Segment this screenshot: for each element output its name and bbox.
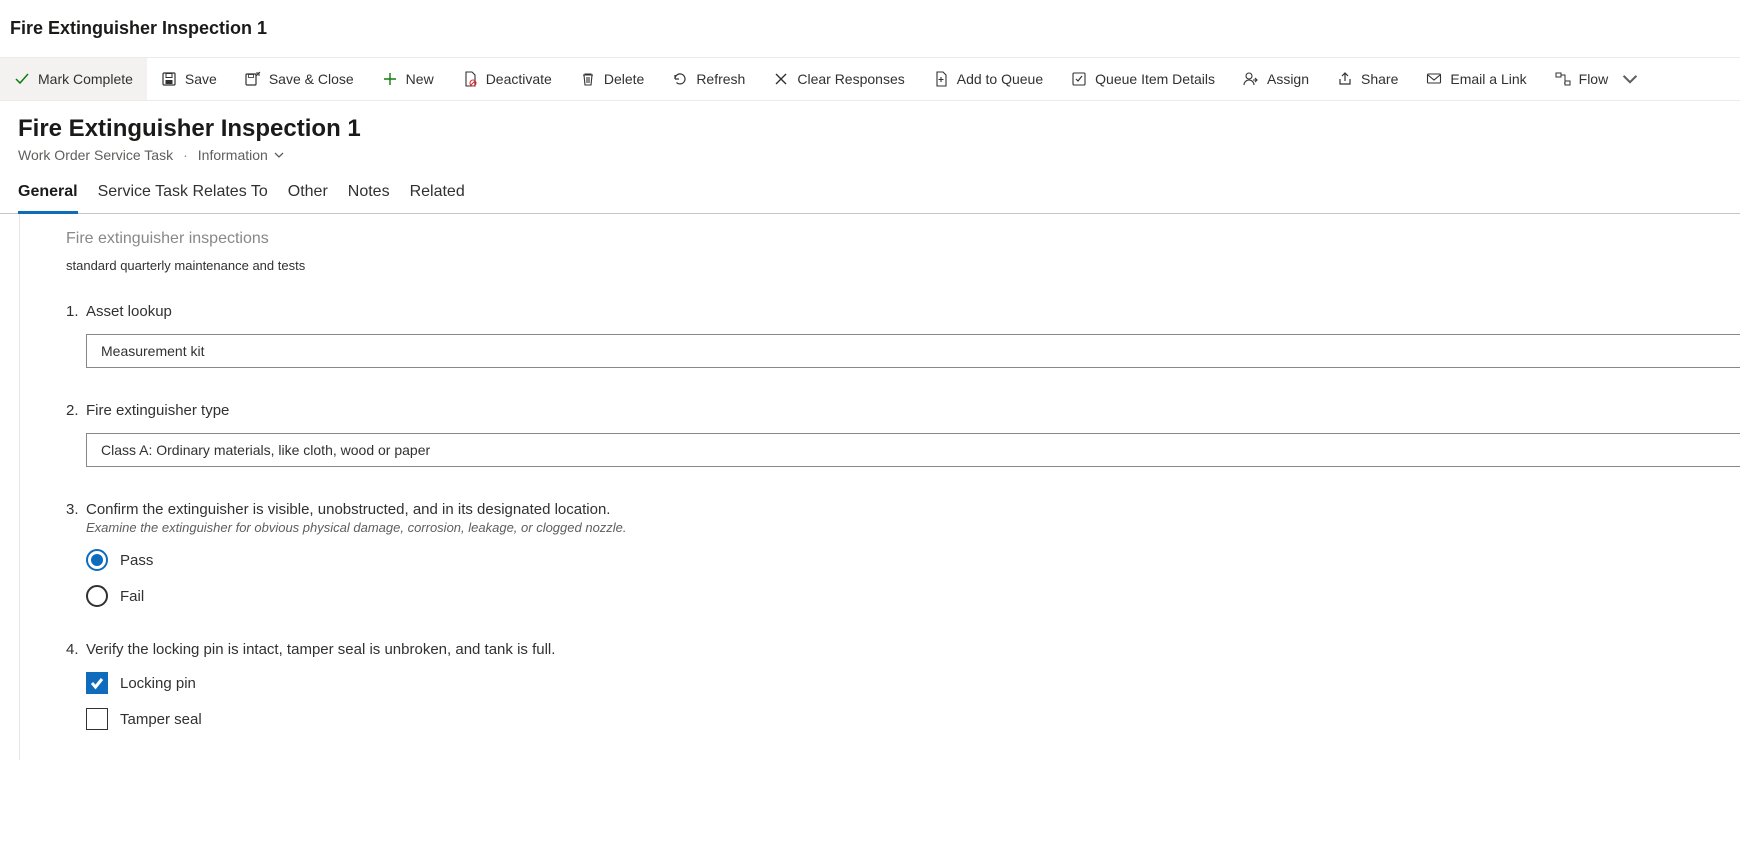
new-button[interactable]: New	[368, 58, 448, 100]
tab-related[interactable]: Related	[410, 183, 465, 214]
question-label: Fire extinguisher type	[86, 402, 229, 419]
share-button[interactable]: Share	[1323, 58, 1412, 100]
mark-complete-button[interactable]: Mark Complete	[0, 58, 147, 100]
question-number: 3.	[66, 501, 86, 535]
checkbox-label: Locking pin	[120, 675, 196, 692]
deactivate-label: Deactivate	[486, 71, 552, 87]
save-close-button[interactable]: Save & Close	[231, 58, 368, 100]
question-1: 1. Asset lookup	[66, 303, 1740, 368]
checkbox-icon	[86, 672, 108, 694]
tab-notes[interactable]: Notes	[348, 183, 390, 214]
delete-button[interactable]: Delete	[566, 58, 658, 100]
question-3: 3. Confirm the extinguisher is visible, …	[66, 501, 1740, 607]
queue-details-icon	[1071, 71, 1087, 87]
page-top-title: Fire Extinguisher Inspection 1	[0, 0, 1740, 57]
radio-label: Pass	[120, 552, 153, 569]
queue-item-details-label: Queue Item Details	[1095, 71, 1215, 87]
fire-extinguisher-type-input[interactable]	[86, 433, 1740, 467]
question-number: 2.	[66, 402, 86, 419]
command-bar: Mark Complete Save Save & Close New Deac…	[0, 57, 1740, 101]
mark-complete-label: Mark Complete	[38, 71, 133, 87]
email-icon	[1426, 71, 1442, 87]
trash-icon	[580, 71, 596, 87]
new-label: New	[406, 71, 434, 87]
tab-list: General Service Task Relates To Other No…	[0, 163, 1740, 214]
add-to-queue-label: Add to Queue	[957, 71, 1043, 87]
checkbox-option-locking-pin[interactable]: Locking pin	[86, 672, 1740, 694]
separator-dot	[179, 147, 192, 163]
flow-label: Flow	[1579, 71, 1609, 87]
radio-icon	[86, 585, 108, 607]
flow-icon	[1555, 71, 1571, 87]
question-label: Asset lookup	[86, 303, 172, 320]
chevron-down-icon	[274, 147, 284, 163]
clear-icon	[773, 71, 789, 87]
tab-service-task-relates-to[interactable]: Service Task Relates To	[98, 183, 268, 214]
share-label: Share	[1361, 71, 1398, 87]
question-number: 1.	[66, 303, 86, 320]
add-to-queue-button[interactable]: Add to Queue	[919, 58, 1057, 100]
question-2: 2. Fire extinguisher type	[66, 402, 1740, 467]
email-link-label: Email a Link	[1450, 71, 1526, 87]
record-subtitle: Work Order Service Task Information	[18, 147, 1722, 163]
question-sublabel: Examine the extinguisher for obvious phy…	[86, 520, 627, 535]
save-close-icon	[245, 71, 261, 87]
plus-icon	[382, 71, 398, 87]
radio-label: Fail	[120, 588, 144, 605]
delete-label: Delete	[604, 71, 644, 87]
deactivate-icon	[462, 71, 478, 87]
radio-option-fail[interactable]: Fail	[86, 585, 1740, 607]
assign-icon	[1243, 71, 1259, 87]
tab-other[interactable]: Other	[288, 183, 328, 214]
check-icon	[14, 71, 30, 87]
email-link-button[interactable]: Email a Link	[1412, 58, 1540, 100]
question-number: 4.	[66, 641, 86, 658]
share-icon	[1337, 71, 1353, 87]
tab-general[interactable]: General	[18, 183, 78, 214]
form-content: Fire extinguisher inspections standard q…	[20, 214, 1740, 760]
clear-responses-label: Clear Responses	[797, 71, 904, 87]
record-title: Fire Extinguisher Inspection 1	[18, 115, 1722, 143]
radio-option-pass[interactable]: Pass	[86, 549, 1740, 571]
save-label: Save	[185, 71, 217, 87]
refresh-icon	[672, 71, 688, 87]
flow-button[interactable]: Flow	[1541, 58, 1653, 100]
clear-responses-button[interactable]: Clear Responses	[759, 58, 918, 100]
question-4: 4. Verify the locking pin is intact, tam…	[66, 641, 1740, 730]
section-heading: Fire extinguisher inspections	[66, 230, 1740, 248]
checkbox-option-tamper-seal[interactable]: Tamper seal	[86, 708, 1740, 730]
queue-item-details-button[interactable]: Queue Item Details	[1057, 58, 1229, 100]
checkbox-icon	[86, 708, 108, 730]
checkbox-label: Tamper seal	[120, 711, 202, 728]
question-label: Verify the locking pin is intact, tamper…	[86, 641, 555, 658]
save-icon	[161, 71, 177, 87]
assign-label: Assign	[1267, 71, 1309, 87]
queue-add-icon	[933, 71, 949, 87]
chevron-down-icon	[1622, 71, 1638, 87]
deactivate-button[interactable]: Deactivate	[448, 58, 566, 100]
question-label: Confirm the extinguisher is visible, uno…	[86, 501, 627, 518]
left-gutter	[0, 214, 20, 760]
save-close-label: Save & Close	[269, 71, 354, 87]
record-header: Fire Extinguisher Inspection 1 Work Orde…	[0, 101, 1740, 163]
assign-button[interactable]: Assign	[1229, 58, 1323, 100]
refresh-label: Refresh	[696, 71, 745, 87]
radio-icon	[86, 549, 108, 571]
save-button[interactable]: Save	[147, 58, 231, 100]
form-selector[interactable]: Information	[198, 147, 268, 163]
asset-lookup-input[interactable]	[86, 334, 1740, 368]
section-description: standard quarterly maintenance and tests	[66, 258, 1740, 273]
entity-name: Work Order Service Task	[18, 147, 173, 163]
refresh-button[interactable]: Refresh	[658, 58, 759, 100]
